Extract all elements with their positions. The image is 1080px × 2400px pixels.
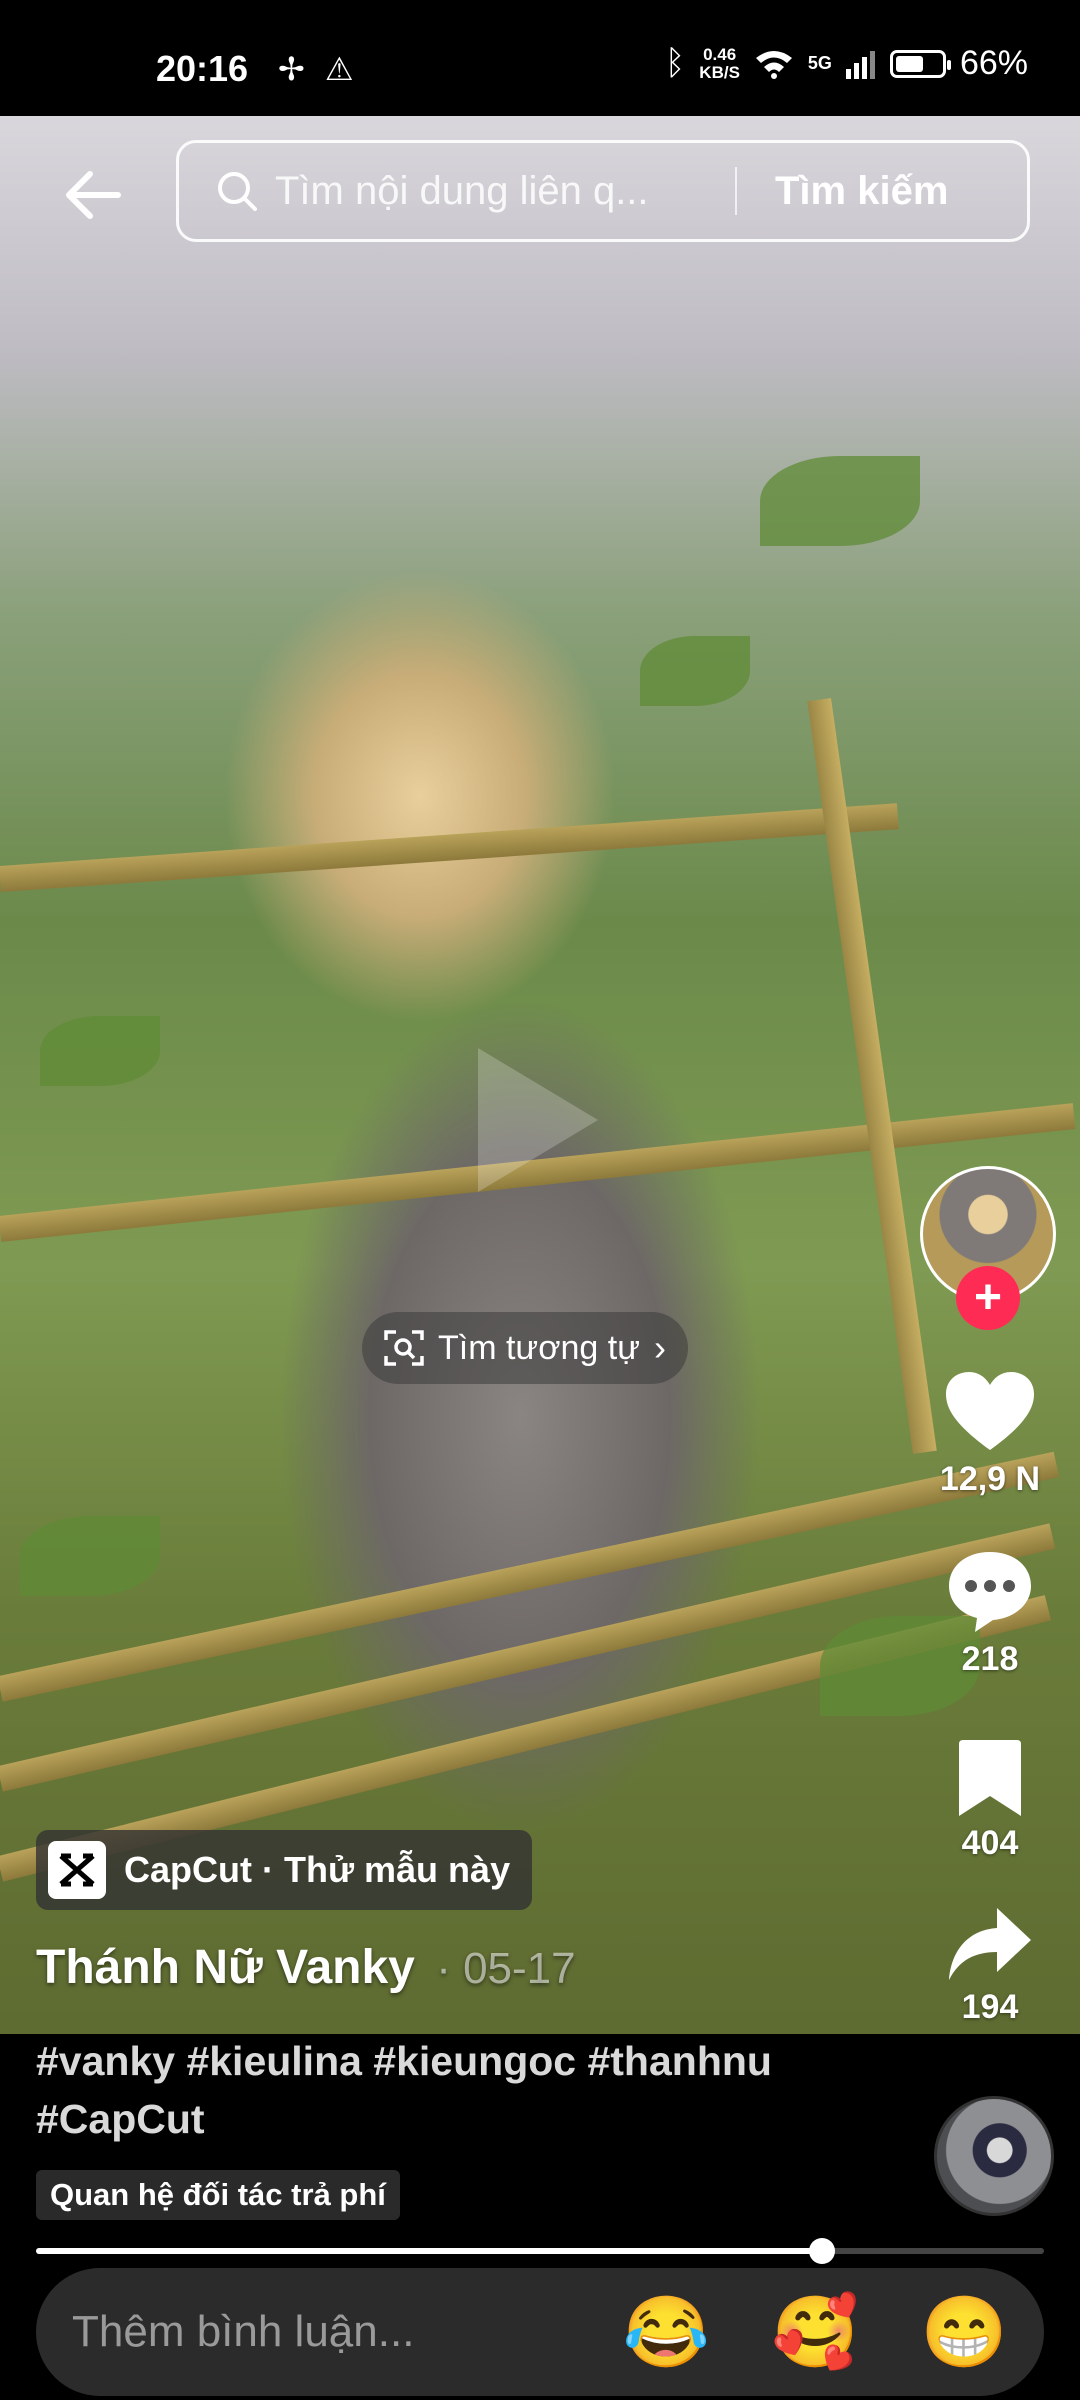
author-line: Thánh Nữ Vanky · 05-17 [36, 1940, 576, 1995]
foliage [760, 456, 920, 546]
app-notification-icon: ⚠ [324, 51, 354, 87]
video-progress-thumb[interactable] [809, 2238, 836, 2264]
network-speed-unit: KB/S [699, 62, 740, 82]
find-similar-label: Tìm tương tự [438, 1328, 640, 1367]
music-disc-icon[interactable] [934, 2096, 1054, 2216]
battery-fill [895, 55, 923, 72]
capcut-template-button[interactable]: CapCut · Thử mẫu này [36, 1830, 533, 1910]
search-icon [218, 172, 257, 211]
comment-icon [949, 1552, 1031, 1632]
signal-icon [845, 50, 875, 79]
comment-input-bar[interactable]: Thêm bình luận... 😂 🥰 😁 [36, 2268, 1044, 2396]
search-divider [735, 167, 737, 215]
follow-plus-icon[interactable]: + [956, 1266, 1020, 1330]
bluetooth-icon: ᛒ [664, 44, 686, 82]
video-caption[interactable]: #vanky #kieulina #kieungoc #thanhnu #Cap… [36, 2032, 856, 2148]
network-speed-value: 0.46 [703, 44, 737, 64]
network-speed: 0.46 KB/S [699, 44, 740, 82]
play-icon[interactable] [478, 1048, 598, 1192]
heart-icon [946, 1372, 1034, 1450]
bench-rail [0, 803, 899, 892]
search-input[interactable]: Tìm nội dung liên q... [275, 169, 715, 214]
back-arrow-icon[interactable] [58, 160, 128, 230]
status-time: 20:16 [156, 48, 249, 89]
like-button[interactable]: 12,9 N [910, 1370, 1070, 1499]
save-count: 404 [961, 1824, 1019, 1862]
share-button[interactable]: 194 [910, 1906, 1070, 2027]
comment-input[interactable]: Thêm bình luận... [72, 2307, 622, 2357]
share-arrow-icon [949, 1908, 1031, 1980]
scan-icon [384, 1330, 424, 1366]
author-name[interactable]: Thánh Nữ Vanky [36, 1941, 415, 1994]
emoji-smiling-hearts-button[interactable]: 🥰 [772, 2297, 859, 2367]
paid-partnership-badge: Quan hệ đối tác trả phí [36, 2170, 400, 2220]
wifi-icon [755, 50, 792, 79]
battery-icon [889, 49, 951, 78]
post-date: · 05-17 [436, 1944, 576, 1993]
capcut-label: CapCut · Thử mẫu này [124, 1849, 511, 1890]
comment-count: 218 [961, 1640, 1019, 1678]
status-notification-icons: ✢ ⚠ [278, 50, 354, 88]
share-count: 194 [961, 1988, 1019, 2026]
fan-icon: ✢ [278, 51, 305, 87]
search-button[interactable]: Tìm kiếm [775, 169, 948, 214]
bookmark-icon [959, 1740, 1021, 1816]
comment-button[interactable]: 218 [910, 1548, 1070, 1679]
network-type: 5G [807, 53, 832, 73]
capcut-logo-icon [48, 1841, 106, 1899]
foliage [40, 1016, 160, 1086]
foliage [20, 1516, 160, 1596]
emoji-grinning-button[interactable]: 😁 [921, 2297, 1008, 2367]
emoji-laughing-button[interactable]: 😂 [622, 2297, 709, 2367]
battery-percent: 66% [959, 44, 1028, 82]
video-progress-bar[interactable] [36, 2238, 1044, 2264]
save-button[interactable]: 404 [910, 1738, 1070, 1863]
foliage [640, 636, 750, 706]
chevron-right-icon: › [653, 1327, 666, 1368]
status-bar: 20:16 ✢ ⚠ ᛒ 0.46 KB/S 5G 66% [0, 0, 1080, 116]
find-similar-button[interactable]: Tìm tương tự › [362, 1312, 688, 1384]
like-count: 12,9 N [939, 1460, 1041, 1498]
search-bar[interactable]: Tìm nội dung liên q... Tìm kiếm [176, 140, 1030, 242]
status-right-group: ᛒ 0.46 KB/S 5G 66% [665, 44, 1028, 83]
video-progress-fill [36, 2248, 823, 2254]
